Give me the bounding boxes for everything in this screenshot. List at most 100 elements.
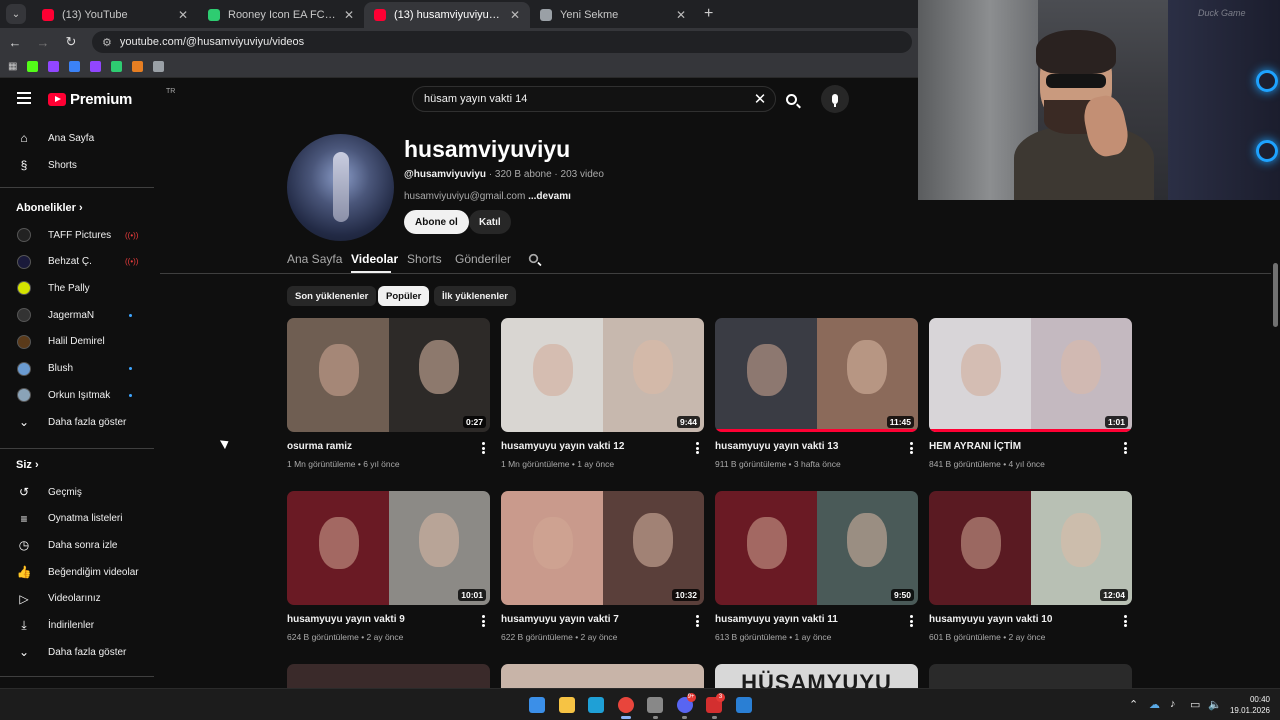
subscriptions-heading[interactable]: Abonelikler › [16, 202, 83, 214]
you-heading[interactable]: Siz › [16, 459, 39, 471]
tab-shorts[interactable]: Shorts [407, 252, 442, 266]
start-icon[interactable] [529, 697, 545, 713]
bookmark-icon[interactable] [90, 61, 102, 72]
sidebar-you-item[interactable]: ◷ Daha sonra izle [0, 533, 154, 557]
video-card[interactable]: 11:45 husamyuyu yayın vakti 13 911 B gör… [715, 318, 918, 480]
chip-latest[interactable]: Son yüklenenler [287, 286, 377, 306]
search-button[interactable] [776, 86, 806, 112]
video-title[interactable]: husamyuyu yayın vakti 12 [501, 441, 624, 452]
new-tab-button[interactable]: + [704, 5, 713, 23]
youtube-logo[interactable]: Premium TR [48, 88, 175, 108]
sidebar-you-item[interactable]: 👍 Beğendiğim videolar [0, 560, 154, 584]
more-options-icon[interactable] [481, 442, 485, 454]
video-thumbnail[interactable]: 9:50 [715, 491, 918, 605]
volume-icon[interactable]: 🔈 [1208, 698, 1222, 711]
subscription-item[interactable]: Blush [0, 357, 154, 381]
reload-icon[interactable]: ↻ [64, 34, 78, 50]
more-options-icon[interactable] [695, 442, 699, 454]
video-thumbnail[interactable]: 10:01 [287, 491, 490, 605]
search-input[interactable] [424, 93, 745, 105]
bookmark-icon[interactable] [111, 61, 123, 72]
chip-oldest[interactable]: İlk yüklenenler [434, 286, 517, 306]
more-options-icon[interactable] [1123, 442, 1127, 454]
video-thumbnail-partial-text[interactable]: HÜSAMYUYU [715, 664, 918, 688]
video-title[interactable]: osurma ramiz [287, 441, 352, 452]
sidebar-item-0[interactable]: ⌂ Ana Sayfa [0, 126, 154, 150]
video-title[interactable]: husamyuyu yayın vakti 13 [715, 441, 838, 452]
bookmark-icon[interactable] [69, 61, 81, 72]
sidebar-you-item[interactable]: ↺ Geçmiş [0, 480, 154, 504]
cloud-icon[interactable]: ☁ [1149, 698, 1160, 711]
bookmark-icon[interactable] [48, 61, 60, 72]
video-thumbnail-partial[interactable] [929, 664, 1132, 688]
edge-icon[interactable] [588, 697, 604, 713]
video-card[interactable]: 9:50 husamyuyu yayın vakti 11 613 B görü… [715, 491, 918, 653]
sidebar-you-item[interactable]: ▷ Videolarınız [0, 587, 154, 611]
show-more-subscriptions[interactable]: ⌄ Daha fazla göster [0, 410, 154, 434]
bookmark-icon[interactable] [153, 61, 165, 72]
apps-grid-icon[interactable]: ▦ [8, 61, 17, 72]
channel-avatar[interactable] [287, 134, 394, 241]
video-thumbnail[interactable]: 0:27 [287, 318, 490, 432]
bookmark-icon[interactable] [132, 61, 144, 72]
sidebar-item-1[interactable]: § Shorts [0, 153, 154, 177]
bookmark-icon[interactable] [27, 61, 39, 72]
sidebar-you-item[interactable]: ⤓ İndirilenler [0, 614, 154, 638]
more-options-icon[interactable] [909, 442, 913, 454]
browser-tab[interactable]: (13) YouTube ✕ [32, 2, 198, 28]
video-title[interactable]: HEM AYRANI İÇTİM [929, 441, 1021, 452]
app-icon[interactable] [647, 697, 663, 713]
subscription-item[interactable]: Halil Demirel [0, 330, 154, 354]
tab-videos[interactable]: Videolar [351, 252, 398, 266]
forward-icon[interactable]: → [36, 35, 50, 50]
subscription-item[interactable]: TAFF Pictures ((•)) [0, 223, 154, 247]
video-thumbnail[interactable]: 10:32 [501, 491, 704, 605]
browser-tab[interactable]: Rooney Icon EA FC 26 - 92 - Ra ✕ [198, 2, 364, 28]
video-card[interactable]: 12:04 husamyuyu yayın vakti 10 601 B gör… [929, 491, 1132, 653]
channel-search-button[interactable] [528, 253, 539, 264]
photos-icon[interactable] [735, 697, 752, 713]
network-icon[interactable]: ▭ [1190, 698, 1200, 711]
sidebar-you-item[interactable]: ≡ Oynatma listeleri [0, 507, 154, 531]
more-options-icon[interactable] [481, 615, 485, 627]
close-tab-icon[interactable]: ✕ [178, 8, 188, 22]
show-more-you[interactable]: ⌄ Daha fazla göster [0, 640, 154, 664]
subscription-item[interactable]: Orkun Işıtmak [0, 383, 154, 407]
scrollbar-thumb[interactable] [1273, 263, 1278, 327]
video-card[interactable]: 10:32 husamyuyu yayın vakti 7 622 B görü… [501, 491, 704, 653]
tab-home[interactable]: Ana Sayfa [287, 252, 342, 266]
browser-tab[interactable]: (13) husamviyuviyu - YouTube ✕ [364, 2, 530, 28]
more-options-icon[interactable] [695, 615, 699, 627]
back-icon[interactable]: ← [8, 35, 22, 50]
video-title[interactable]: husamyuyu yayın vakti 11 [715, 614, 838, 625]
menu-icon[interactable] [17, 92, 31, 104]
subscription-item[interactable]: The Pally [0, 276, 154, 300]
mic-tray-icon[interactable]: ♪ [1170, 698, 1176, 710]
clear-search-icon[interactable]: ✕ [745, 90, 775, 108]
video-card[interactable]: 0:27 osurma ramiz 1 Mn görüntüleme • 6 y… [287, 318, 490, 480]
video-card[interactable]: 1:01 HEM AYRANI İÇTİM 841 B görüntüleme … [929, 318, 1132, 480]
channel-description[interactable]: husamviyuviyu@gmail.com ...devamı [404, 191, 571, 202]
chip-popular[interactable]: Popüler [378, 286, 430, 306]
site-info-icon[interactable]: ⚙ [102, 36, 112, 49]
subscription-item[interactable]: Behzat Ç. ((•)) [0, 250, 154, 274]
chrome-icon[interactable] [617, 697, 634, 713]
video-card[interactable]: 9:44 husamyuyu yayın vakti 12 1 Mn görün… [501, 318, 704, 480]
video-thumbnail[interactable]: 9:44 [501, 318, 704, 432]
subscription-item[interactable]: JagermaN [0, 303, 154, 327]
voice-search-button[interactable] [821, 85, 849, 113]
system-clock[interactable]: 00:40 19.01.2026 [1226, 694, 1270, 716]
more-options-icon[interactable] [1123, 615, 1127, 627]
subscribe-button[interactable]: Abone ol [404, 210, 469, 234]
close-tab-icon[interactable]: ✕ [344, 8, 354, 22]
close-tab-icon[interactable]: ✕ [676, 8, 686, 22]
tray-overflow-icon[interactable]: ⌃ [1129, 698, 1138, 711]
video-thumbnail-partial[interactable] [501, 664, 704, 688]
video-thumbnail-partial[interactable] [287, 664, 490, 688]
video-thumbnail[interactable]: 12:04 [929, 491, 1132, 605]
file-explorer-icon[interactable] [558, 697, 575, 713]
tab-posts[interactable]: Gönderiler [455, 252, 511, 266]
tab-search-icon[interactable]: ⌄ [6, 4, 26, 24]
video-thumbnail[interactable]: 1:01 [929, 318, 1132, 432]
address-bar[interactable]: ⚙ youtube.com/@husamviyuviyu/videos [92, 31, 912, 53]
